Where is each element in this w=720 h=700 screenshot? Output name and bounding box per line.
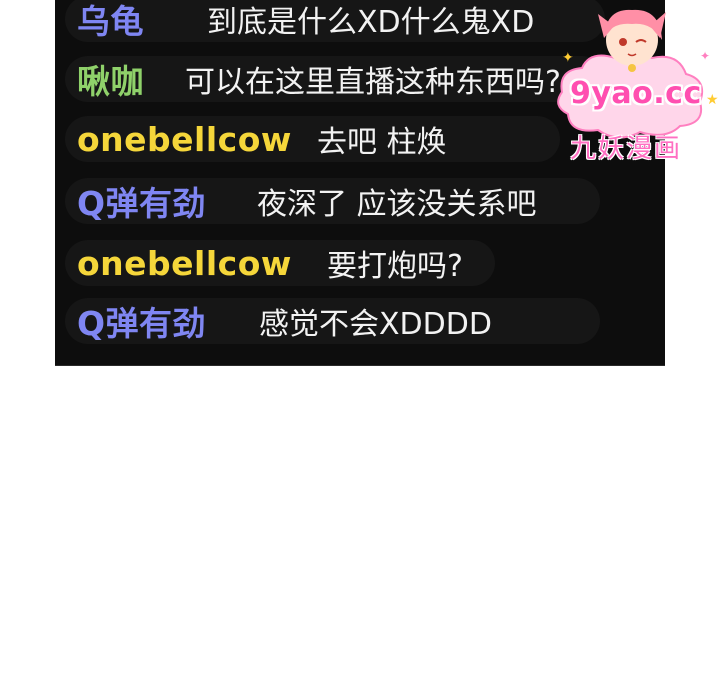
chat-username: onebellcow bbox=[77, 119, 292, 159]
watermark: ✦ ✦ ★ 9yao.cc 九妖漫画 bbox=[540, 0, 720, 170]
chat-username: 乌龟 bbox=[77, 2, 144, 41]
chat-message-text: 要打炮吗? bbox=[327, 249, 463, 284]
chat-username: Q弹有劲 bbox=[77, 184, 207, 223]
chat-message-text: 夜深了 应该没关系吧 bbox=[257, 187, 537, 222]
chat-message: onebellcow 要打炮吗? bbox=[65, 240, 495, 286]
chat-message: Q弹有劲 夜深了 应该没关系吧 bbox=[65, 178, 600, 224]
svg-text:✦: ✦ bbox=[562, 50, 574, 66]
chat-message-text: 到底是什么XD什么鬼XD bbox=[207, 5, 535, 40]
chat-message: Q弹有劲 感觉不会XDDDD bbox=[65, 298, 600, 344]
watermark-site: 9yao.cc bbox=[570, 76, 702, 111]
chat-username: Q弹有劲 bbox=[77, 304, 207, 343]
chat-message-text: 可以在这里直播这种东西吗? bbox=[185, 65, 561, 100]
chat-username: onebellcow bbox=[77, 243, 292, 283]
chat-message-text: 去吧 柱焕 bbox=[317, 125, 447, 160]
watermark-name: 九妖漫画 bbox=[570, 134, 683, 164]
svg-text:★: ★ bbox=[706, 92, 719, 108]
chat-message: 乌龟 到底是什么XD什么鬼XD bbox=[65, 0, 605, 42]
chat-username: 啾咖 bbox=[77, 62, 144, 101]
chat-message: onebellcow 去吧 柱焕 bbox=[65, 116, 560, 162]
chat-message-text: 感觉不会XDDDD bbox=[259, 307, 492, 342]
chat-message: 啾咖 可以在这里直播这种东西吗? bbox=[65, 56, 605, 102]
svg-text:✦: ✦ bbox=[700, 49, 710, 63]
